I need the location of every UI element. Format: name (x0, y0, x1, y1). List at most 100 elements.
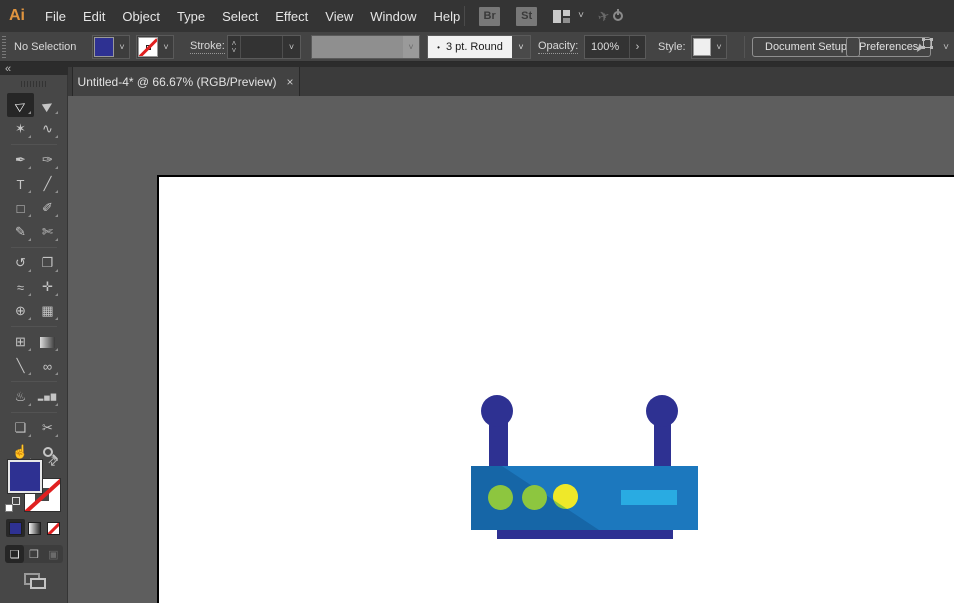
chevron-down-icon[interactable]: ˅ (512, 36, 530, 58)
fill-indicator[interactable] (8, 460, 42, 493)
drawing-mode-buttons: ❑ ❒ ▣ (5, 545, 63, 563)
brush-definition-value: 3 pt. Round (446, 41, 503, 53)
stepper-down-icon[interactable]: ˅ (232, 47, 237, 54)
chevron-down-icon[interactable]: ˅ (159, 42, 173, 52)
mesh-icon: ⊞ (15, 334, 26, 350)
tool-perspective-grid[interactable]: ▦ (34, 299, 61, 323)
tool-lasso[interactable]: ∿ (34, 117, 61, 141)
tool-gradient[interactable] (34, 330, 61, 354)
none-button[interactable] (44, 519, 63, 537)
menu-help[interactable]: Help (433, 9, 460, 24)
chevron-down-icon[interactable]: ˅ (943, 43, 949, 53)
tool-curvature[interactable]: ✑ (34, 148, 61, 172)
tool-column-graph[interactable]: ▂▅▇ (34, 385, 61, 409)
workspace-layout-icon[interactable] (553, 10, 570, 23)
tools-panel-grip[interactable] (21, 81, 47, 87)
stroke-weight-field[interactable] (241, 36, 282, 58)
gradient-button[interactable] (25, 519, 44, 537)
menu-edit[interactable]: Edit (83, 9, 105, 24)
gpu-performance-icon[interactable]: ✈ (598, 7, 624, 25)
led-green-1[interactable] (488, 485, 513, 510)
stroke-none-swatch[interactable] (138, 37, 158, 57)
tool-rotate[interactable]: ↺ (7, 251, 34, 275)
rectangle-icon: □ (17, 201, 25, 216)
rocket-icon: ✈ (596, 7, 612, 27)
tool-mesh[interactable]: ⊞ (7, 330, 34, 354)
tool-pen[interactable]: ✒ (7, 148, 34, 172)
chevron-down-icon[interactable]: ˅ (712, 42, 726, 52)
chevron-down-icon[interactable]: ˅ (578, 11, 584, 21)
menu-type[interactable]: Type (177, 9, 205, 24)
color-button[interactable] (6, 519, 25, 537)
brush-definition-dropdown[interactable]: • 3 pt. Round ˅ (427, 35, 531, 59)
tool-slice[interactable]: ✂ (34, 416, 61, 440)
document-tab[interactable]: Untitled-4* @ 66.67% (RGB/Preview) × (72, 67, 300, 96)
draw-normal-button[interactable]: ❑ (5, 545, 24, 563)
bridge-button[interactable]: Br (479, 7, 500, 26)
tools-separator (11, 247, 57, 248)
perspective-grid-icon: ▦ (41, 303, 53, 319)
opacity-value[interactable]: 100% (585, 36, 629, 58)
app-logo[interactable]: Ai (9, 7, 39, 25)
antenna-left-ball[interactable] (481, 395, 513, 427)
tool-shaper[interactable]: ✎ (7, 220, 34, 244)
close-tab-icon[interactable]: × (281, 75, 299, 89)
screen-mode-button[interactable] (0, 570, 68, 592)
router-illustration[interactable] (471, 466, 698, 530)
symbol-sprayer-icon: ♨ (15, 389, 27, 405)
draw-inside-button[interactable]: ▣ (44, 545, 63, 563)
style-swatch[interactable] (693, 38, 711, 56)
menu-window[interactable]: Window (370, 9, 416, 24)
panel-grip[interactable] (2, 36, 6, 58)
tool-puppet-warp[interactable]: ✛ (34, 275, 61, 299)
display-screen[interactable] (621, 490, 677, 505)
canvas-area[interactable] (68, 96, 954, 603)
tool-shape-builder[interactable]: ⊕ (7, 299, 34, 323)
stroke-color-control[interactable]: ˅ (136, 35, 174, 59)
tool-direct-selection[interactable]: ▶ (34, 93, 61, 117)
router-base[interactable] (497, 530, 673, 539)
chevron-down-icon[interactable]: ˅ (282, 36, 300, 58)
menu-select[interactable]: Select (222, 9, 258, 24)
tool-eyedropper[interactable]: ╲ (7, 354, 34, 378)
width-icon: ≈ (17, 280, 24, 295)
fill-swatch[interactable] (94, 37, 114, 57)
tool-artboard[interactable]: ❏ (7, 416, 34, 440)
tool-type[interactable]: T (7, 172, 34, 196)
menu-effect[interactable]: Effect (275, 9, 308, 24)
tool-magic-wand[interactable]: ✶ (7, 117, 34, 141)
tool-symbol-sprayer[interactable]: ♨ (7, 385, 34, 409)
default-fill-stroke-icon[interactable] (5, 497, 20, 512)
tool-paintbrush[interactable]: ✐ (34, 196, 61, 220)
select-similar-control[interactable]: ˅ (915, 39, 949, 57)
tool-scale[interactable]: ❐ (34, 251, 61, 275)
style-dropdown[interactable]: ˅ (691, 35, 727, 59)
opacity-control[interactable]: 100% › (584, 35, 646, 59)
tool-selection[interactable]: ▷ (7, 93, 34, 117)
stroke-weight-stepper[interactable]: ˄ ˅ (228, 36, 241, 58)
collapse-panels-button[interactable]: « (5, 63, 10, 75)
menu-list: File Edit Object Type Select Effect View Window… (45, 9, 460, 24)
document-setup-button[interactable]: Document Setup (752, 37, 860, 57)
stroke-label[interactable]: Stroke: (190, 40, 225, 54)
stroke-weight-control[interactable]: ˄ ˅ ˅ (227, 35, 301, 59)
draw-behind-button[interactable]: ❒ (24, 545, 43, 563)
tool-width[interactable]: ≈ (7, 275, 34, 299)
shaper-icon: ✎ (15, 224, 26, 240)
opacity-next-icon[interactable]: › (629, 36, 645, 58)
router-body[interactable] (471, 466, 698, 530)
menubar-right: Br St ˅ ✈ (464, 6, 624, 26)
menu-view[interactable]: View (325, 9, 353, 24)
tool-blend[interactable]: ∞ (34, 354, 61, 378)
menu-object[interactable]: Object (122, 9, 160, 24)
tool-rectangle[interactable]: □ (7, 196, 34, 220)
tool-scissors[interactable]: ✄ (34, 220, 61, 244)
tool-line-segment[interactable]: ╱ (34, 172, 61, 196)
menu-file[interactable]: File (45, 9, 66, 24)
stock-button[interactable]: St (516, 7, 537, 26)
fill-color-control[interactable]: ˅ (92, 35, 130, 59)
width-profile-field (312, 36, 403, 58)
antenna-right-ball[interactable] (646, 395, 678, 427)
opacity-label[interactable]: Opacity: (538, 40, 578, 54)
chevron-down-icon[interactable]: ˅ (115, 42, 129, 52)
